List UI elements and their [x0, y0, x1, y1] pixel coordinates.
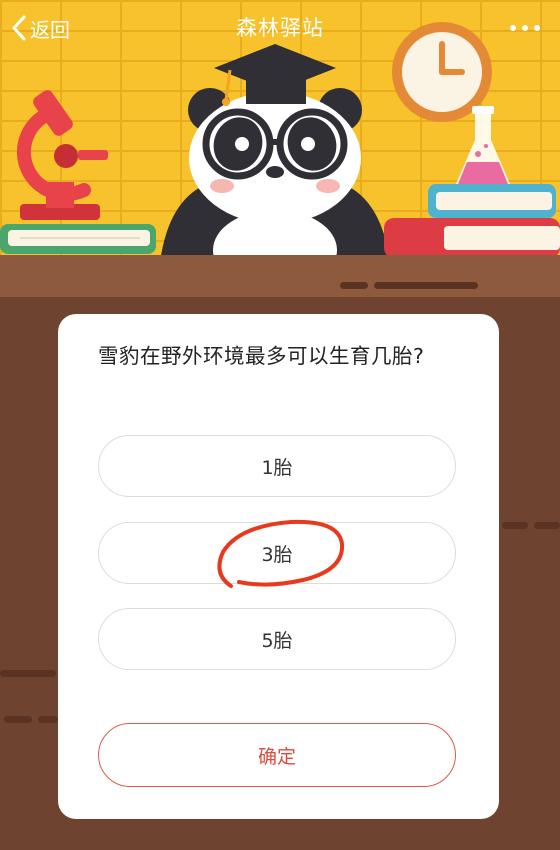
option-button-2[interactable]: 3胎 [98, 522, 456, 584]
microscope-icon [16, 90, 108, 220]
quiz-card: 雪豹在野外环境最多可以生育几胎? 1胎 3胎 5胎 确定 [58, 314, 499, 819]
panda-mascot [160, 44, 390, 262]
book-stack-left-icon [0, 224, 156, 254]
question-text: 雪豹在野外环境最多可以生育几胎? [98, 344, 425, 368]
desk-plank [340, 282, 368, 289]
desk-plank [502, 522, 528, 529]
desk-plank [0, 670, 56, 677]
book-stack-right-icon [384, 184, 560, 258]
header-scene: 返回 森林驿站 [0, 0, 560, 262]
desk-plank [534, 522, 560, 529]
more-dots-icon[interactable] [508, 14, 542, 42]
desk-top [0, 255, 560, 297]
page-title: 森林驿站 [236, 16, 324, 40]
option-button-1[interactable]: 1胎 [98, 435, 456, 497]
top-bar: 返回 森林驿站 [0, 0, 560, 56]
desk-plank [38, 716, 58, 723]
desk-plank [374, 282, 478, 289]
option-button-3[interactable]: 5胎 [98, 608, 456, 670]
option-label: 3胎 [261, 543, 293, 566]
confirm-button[interactable]: 确定 [98, 723, 456, 787]
desk-plank [4, 716, 32, 723]
flask-icon [455, 106, 511, 190]
option-label: 1胎 [261, 456, 293, 479]
option-label: 5胎 [261, 629, 293, 652]
confirm-label: 确定 [257, 745, 296, 768]
